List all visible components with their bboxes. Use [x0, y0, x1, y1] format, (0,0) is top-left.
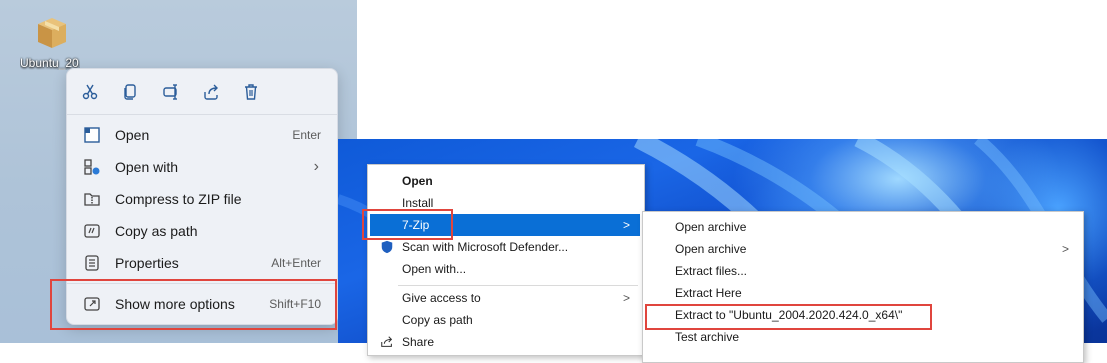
annotation-box-7zip	[362, 209, 453, 240]
classic-item-share[interactable]: Share	[370, 331, 640, 353]
menu-item-label: Open archive	[675, 220, 747, 234]
copy-icon	[124, 84, 136, 100]
menu-item-label: Give access to	[402, 291, 481, 305]
menu-item-label: Extract files...	[675, 264, 748, 278]
chevron-right-icon: >	[622, 218, 630, 232]
menu-item-label: Share	[402, 335, 435, 349]
menu-item-label: Open	[402, 174, 433, 188]
chevron-right-icon: >	[622, 291, 630, 305]
menu-item-label: Copy as path	[115, 223, 198, 239]
package-box-icon	[32, 12, 72, 52]
classic-item-give-access[interactable]: Give access to >	[370, 287, 640, 309]
menu-item-properties[interactable]: Properties Alt+Enter	[73, 248, 331, 278]
submenu-item-open-archive-more[interactable]: Open archive >	[645, 238, 1079, 260]
open-with-icon	[82, 157, 102, 177]
classic-context-menu: Open Install 7-Zip > Scan with Microsoft…	[367, 164, 645, 356]
annotation-box-extract-to	[645, 304, 932, 330]
cut-icon	[82, 84, 98, 100]
copy-path-icon	[82, 221, 102, 241]
share-icon	[378, 333, 396, 351]
classic-item-open[interactable]: Open	[370, 170, 640, 192]
menu-item-label: Compress to ZIP file	[115, 191, 242, 207]
desktop-file-icon[interactable]: Ubuntu_20...	[14, 12, 90, 70]
menu-item-label: Open archive	[675, 242, 747, 256]
menu-item-copy-as-path[interactable]: Copy as path	[73, 216, 331, 246]
menu-separator	[398, 285, 638, 286]
rename-button[interactable]	[160, 81, 182, 103]
menu-item-label: Open with...	[402, 262, 467, 276]
copy-button[interactable]	[119, 81, 141, 103]
menu-item-shortcut: Enter	[292, 128, 321, 142]
menu-item-label: Extract Here	[675, 286, 742, 300]
zip-folder-icon	[82, 189, 102, 209]
properties-icon	[82, 253, 102, 273]
menu-item-label: Open	[115, 127, 150, 143]
delete-icon	[245, 84, 257, 100]
menu-item-label: Test archive	[675, 330, 740, 344]
submenu-item-extract-here[interactable]: Extract Here	[645, 282, 1079, 304]
chevron-right-icon: ›	[313, 158, 319, 175]
annotation-box-show-more	[50, 279, 337, 330]
menu-item-compress-zip[interactable]: Compress to ZIP file	[73, 184, 331, 214]
toolbar-separator	[67, 114, 337, 115]
submenu-item-extract-files[interactable]: Extract files...	[645, 260, 1079, 282]
submenu-item-open-archive[interactable]: Open archive	[645, 216, 1079, 238]
open-icon	[82, 125, 102, 145]
menu-item-label: Copy as path	[402, 313, 473, 327]
sevenzip-submenu: Open archive Open archive > Extract file…	[642, 211, 1084, 363]
context-toolbar	[67, 69, 337, 113]
menu-item-label: Scan with Microsoft Defender...	[402, 240, 569, 254]
menu-item-open[interactable]: Open Enter	[73, 120, 331, 150]
delete-button[interactable]	[240, 81, 262, 103]
menu-item-label: Properties	[115, 255, 179, 271]
share-button[interactable]	[200, 81, 222, 103]
menu-item-label: Install	[402, 196, 434, 210]
rename-icon	[163, 84, 177, 100]
defender-shield-icon	[378, 238, 396, 256]
menu-item-shortcut: Alt+Enter	[271, 256, 321, 270]
classic-item-open-with[interactable]: Open with...	[370, 258, 640, 280]
cut-button[interactable]	[79, 81, 101, 103]
menu-item-label: Open with	[115, 159, 179, 175]
share-icon	[204, 84, 218, 100]
chevron-right-icon: >	[1061, 242, 1069, 256]
menu-item-open-with[interactable]: Open with ›	[73, 152, 331, 182]
classic-item-copy-as-path[interactable]: Copy as path	[370, 309, 640, 331]
